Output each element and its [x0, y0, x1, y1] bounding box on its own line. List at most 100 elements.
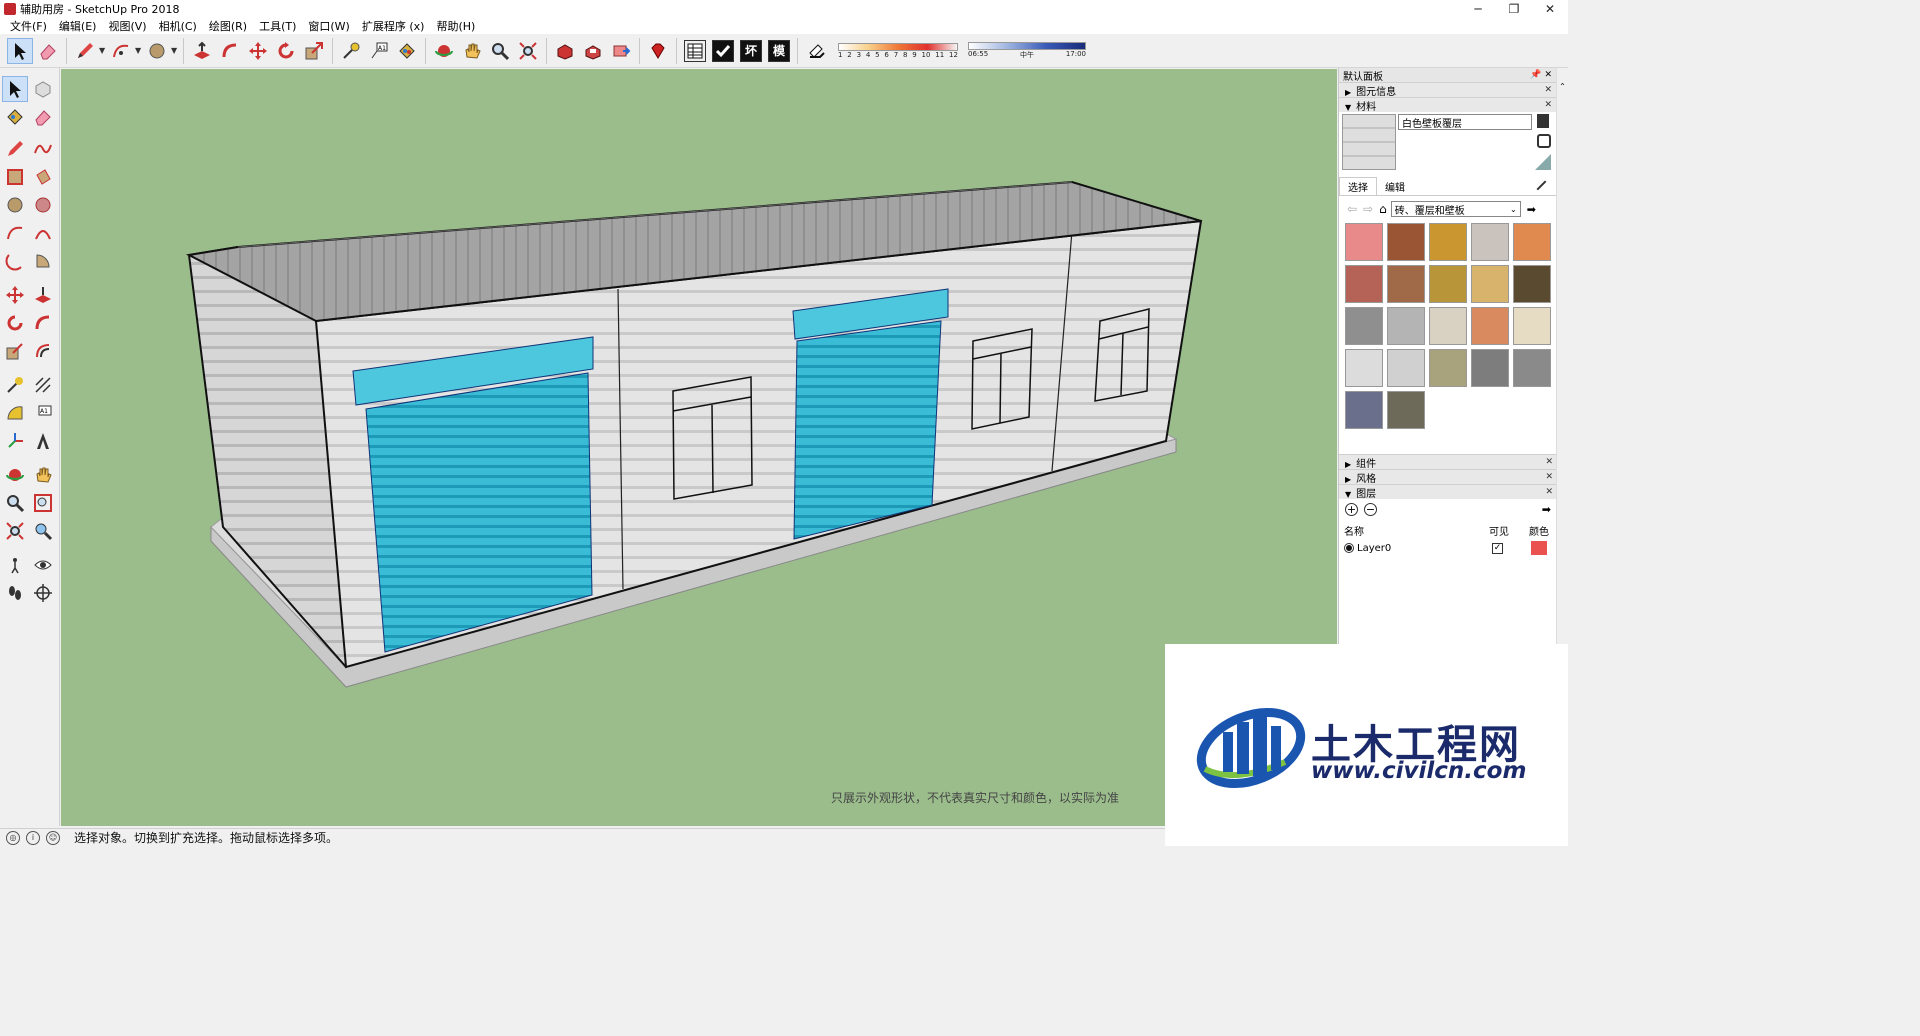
layer-row[interactable]: Layer0 ✓ — [1339, 539, 1557, 557]
select-tool-button[interactable] — [2, 76, 28, 102]
push-pull-tool-button[interactable] — [189, 38, 215, 64]
material-swatch[interactable] — [1513, 223, 1551, 261]
zoom-tool-button[interactable] — [2, 490, 28, 516]
material-swatch[interactable] — [1387, 265, 1425, 303]
tray-pin-close[interactable]: 📌 ✕ — [1530, 70, 1552, 80]
styles-panel-header[interactable]: ▶ 风格 ✕ — [1339, 469, 1557, 485]
material-swatch[interactable] — [1387, 391, 1425, 429]
freehand-tool-button[interactable] — [30, 136, 56, 162]
shadow-toggle-button[interactable] — [803, 38, 829, 64]
material-swatch[interactable] — [1429, 223, 1467, 261]
follow-me-tool-button[interactable] — [30, 310, 56, 336]
material-swatch[interactable] — [1387, 349, 1425, 387]
material-swatch[interactable] — [1513, 265, 1551, 303]
warehouse-button[interactable] — [552, 38, 578, 64]
maximize-button[interactable]: ❐ — [1496, 0, 1532, 18]
material-swatch[interactable] — [1471, 307, 1509, 345]
circle-tool-button[interactable] — [2, 192, 28, 218]
layers-panel-header[interactable]: ▼ 图层 ✕ — [1339, 484, 1557, 500]
eraser-tool-button[interactable] — [30, 104, 56, 130]
material-swatch[interactable] — [1345, 223, 1383, 261]
chevron-down-icon[interactable]: ▼ — [171, 46, 179, 55]
material-swatch[interactable] — [1345, 307, 1383, 345]
section-plane-button[interactable] — [30, 580, 56, 606]
pan-tool-button[interactable] — [30, 462, 56, 488]
materials-panel-header[interactable]: ▼ 材料 ✕ — [1339, 97, 1556, 113]
line-tool-button[interactable] — [2, 136, 28, 162]
arc-tool-button[interactable] — [108, 38, 134, 64]
library-dropdown[interactable]: 砖、覆层和壁板 ⌄ — [1390, 201, 1521, 217]
model-viewport[interactable]: 只展示外观形状，不代表真实尺寸和颜色，以实际为准 — [61, 69, 1337, 826]
orbit-tool-button[interactable] — [431, 38, 457, 64]
select-tool-button[interactable] — [7, 37, 33, 64]
material-swatch[interactable] — [1513, 307, 1551, 345]
paint-bucket-tool-button[interactable] — [2, 104, 28, 130]
material-swatch[interactable] — [1471, 349, 1509, 387]
menu-view[interactable]: 视图(V) — [102, 18, 152, 34]
scale-tool-button[interactable] — [301, 38, 327, 64]
active-layer-radio[interactable] — [1344, 543, 1354, 553]
shape-tool-button[interactable] — [144, 38, 170, 64]
tab-edit[interactable]: 编辑 — [1377, 178, 1413, 195]
material-swatch[interactable] — [1345, 349, 1383, 387]
pie-tool-button[interactable] — [30, 248, 56, 274]
sample-paint-icon[interactable] — [1535, 154, 1551, 170]
tape-measure-tool-button[interactable] — [2, 372, 28, 398]
material-swatch[interactable] — [1387, 223, 1425, 261]
details-arrow-icon[interactable]: ➡ — [1527, 203, 1536, 216]
material-swatch[interactable] — [1471, 265, 1509, 303]
walk-tool-button[interactable] — [2, 580, 28, 606]
chevron-down-icon[interactable]: ▼ — [135, 46, 143, 55]
tray-scrollbar[interactable]: ⌃ — [1556, 68, 1568, 644]
home-icon[interactable]: ⌂ — [1379, 202, 1387, 216]
create-material-icon[interactable] — [1537, 114, 1549, 128]
follow-me-tool-button[interactable] — [217, 38, 243, 64]
push-pull-tool-button[interactable] — [30, 282, 56, 308]
text-tool-button[interactable]: A1 — [30, 400, 56, 426]
polygon-tool-button[interactable] — [30, 192, 56, 218]
move-tool-button[interactable] — [2, 282, 28, 308]
add-layer-icon[interactable]: + — [1345, 502, 1358, 516]
extension-warehouse-button[interactable] — [580, 38, 606, 64]
shadow-time-slider[interactable]: 06:55 中午 17:00 — [968, 41, 1086, 60]
layer-color-swatch[interactable] — [1531, 541, 1547, 555]
menu-edit[interactable]: 编辑(E) — [53, 18, 103, 34]
material-name-field[interactable] — [1398, 114, 1532, 130]
material-swatch[interactable] — [1471, 223, 1509, 261]
ruby-console-button[interactable] — [645, 38, 671, 64]
share-model-button[interactable] — [608, 38, 634, 64]
menu-window[interactable]: 窗口(W) — [302, 18, 355, 34]
close-icon[interactable]: ✕ — [1544, 85, 1552, 95]
move-tool-button[interactable] — [245, 38, 271, 64]
material-preview-swatch[interactable] — [1342, 114, 1396, 170]
close-icon[interactable]: ✕ — [1545, 457, 1553, 467]
components-panel-header[interactable]: ▶ 组件 ✕ — [1339, 454, 1557, 470]
forward-arrow-icon[interactable]: ⇨ — [1363, 202, 1373, 216]
material-swatch[interactable] — [1429, 265, 1467, 303]
geo-location-icon[interactable]: ◎ — [6, 830, 20, 845]
tab-select[interactable]: 选择 — [1339, 177, 1377, 195]
back-arrow-icon[interactable]: ⇦ — [1347, 202, 1357, 216]
menu-extensions[interactable]: 扩展程序 (x) — [356, 18, 431, 34]
zoom-window-tool-button[interactable] — [30, 490, 56, 516]
entity-info-panel-header[interactable]: ▶ 图元信息 ✕ — [1339, 82, 1556, 98]
scroll-up-icon[interactable]: ⌃ — [1557, 82, 1568, 91]
previous-view-button[interactable] — [30, 518, 56, 544]
orbit-tool-button[interactable] — [2, 462, 28, 488]
menu-draw[interactable]: 绘图(R) — [203, 18, 253, 34]
text-tool-button[interactable]: A1 — [366, 38, 392, 64]
material-swatch[interactable] — [1513, 349, 1551, 387]
minimize-button[interactable]: ─ — [1460, 0, 1496, 18]
layer-visible-checkbox[interactable]: ✓ — [1492, 542, 1503, 554]
axes-tool-button[interactable] — [2, 428, 28, 454]
offset-tool-button[interactable] — [30, 338, 56, 364]
three-point-arc-button[interactable] — [2, 248, 28, 274]
rectangle-tool-button[interactable] — [2, 164, 28, 190]
zoom-extents-tool-button[interactable] — [2, 518, 28, 544]
close-icon[interactable]: ✕ — [1544, 100, 1552, 110]
material-swatch[interactable] — [1429, 349, 1467, 387]
delete-layer-icon[interactable]: − — [1364, 502, 1377, 516]
shadow-month-slider[interactable]: 1 2 3 4 5 6 7 8 9 10 11 12 — [838, 42, 958, 59]
eraser-tool-button[interactable] — [35, 38, 61, 64]
scale-tool-button[interactable] — [2, 338, 28, 364]
